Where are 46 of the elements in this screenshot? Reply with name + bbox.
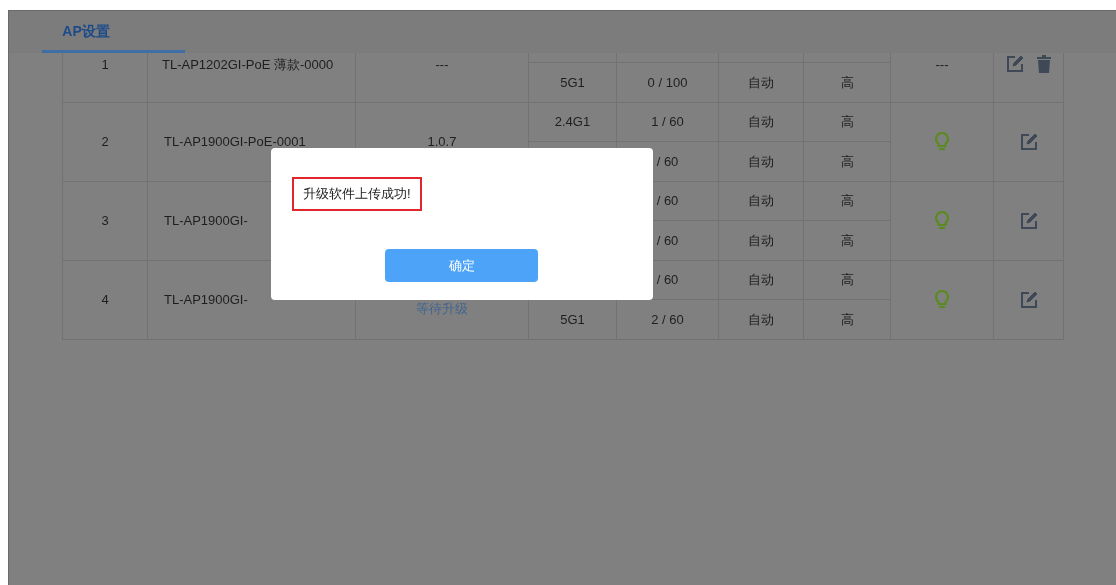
mode-cell-text: 自动 [748,231,774,250]
ap-name: TL-AP1900GI-PoE-0001 [164,133,306,152]
edit-icon[interactable] [1019,291,1038,309]
power-cell-text: 高 [840,310,854,329]
power-cell-text: 高 [840,231,854,250]
clients-cell-text: / 60 [656,271,679,290]
upgrade-status-link[interactable]: 等待升级 [416,299,468,319]
mode-cell-text: 自动 [748,73,774,92]
mode-cell-text: 自动 [748,192,774,211]
power-cell-text: 高 [840,271,854,290]
power-cell-text: 高 [840,113,854,132]
power-cell-text: 高 [840,192,854,211]
index-cell-text: 3 [101,212,109,231]
power-cell-text: 高 [840,152,854,171]
mode-cell-text: 自动 [748,310,774,329]
mode-cell-text: 自动 [748,152,774,171]
clients-cell-text: / 60 [656,231,679,250]
delete-icon[interactable] [1035,55,1052,73]
bulb-icon [935,132,949,152]
status-text: --- [935,56,949,74]
bulb-icon [935,211,949,231]
dialog-message: 升级软件上传成功! [292,177,422,211]
index-cell-text: 2 [101,133,109,152]
confirm-button[interactable]: 确定 [385,249,538,282]
ap-name: TL-AP1202GI-PoE 薄款-0000 [162,56,334,74]
band-cell-text: 2.4G1 [554,113,591,132]
bulb-icon [935,290,949,310]
clients-cell-text: 0 / 100 [647,73,688,92]
index-cell-text: 1 [101,56,109,74]
mode-cell-text: 自动 [748,271,774,290]
edit-icon[interactable] [1005,55,1024,73]
band-cell-text: 5G1 [560,73,585,92]
clients-cell-text: 2 / 60 [651,310,684,329]
ap-name: TL-AP1900GI- [164,291,248,310]
mode-cell-text: 自动 [748,113,774,132]
clients-cell-text: / 60 [656,192,679,211]
clients-cell-text: / 60 [656,152,679,171]
edit-icon[interactable] [1019,212,1038,230]
clients-cell-text: 1 / 60 [651,113,684,132]
band-cell-text: 5G1 [560,310,585,329]
index-cell-text: 4 [101,291,109,310]
power-cell-text: 高 [840,73,854,92]
edit-icon[interactable] [1019,133,1038,151]
version-text: 1.0.7 [427,133,457,152]
ap-name: TL-AP1900GI- [164,212,248,231]
version-text: --- [435,56,449,74]
